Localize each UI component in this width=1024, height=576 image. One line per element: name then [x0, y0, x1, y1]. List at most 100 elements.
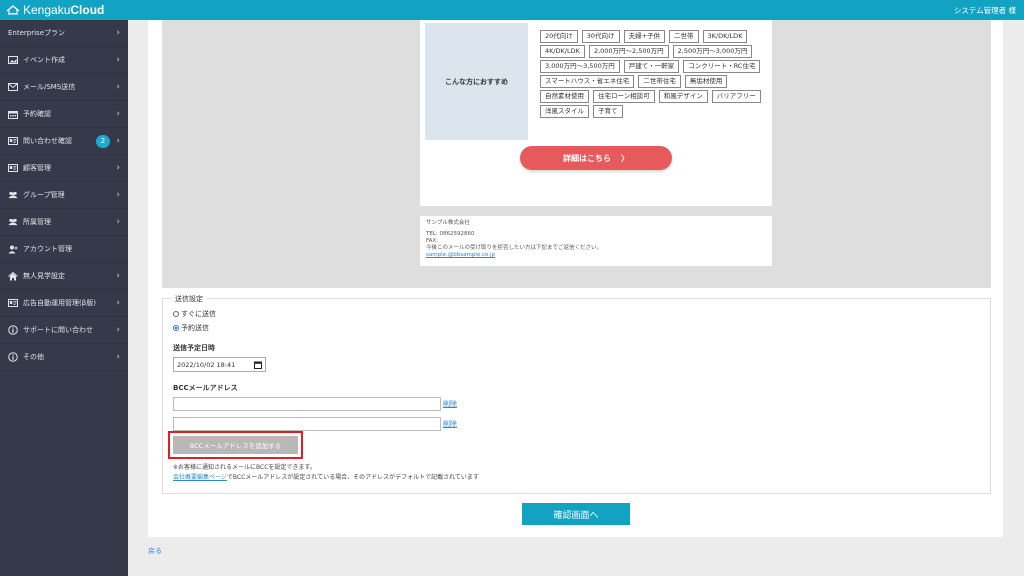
sidebar-item-label: 広告自動運用管理(β版) — [23, 299, 96, 307]
image-icon — [8, 56, 18, 65]
bcc-default-note: 会社概要編集ページでBCCメールアドレスが設定されている場合、そのアドレスがデフ… — [173, 472, 479, 481]
logo-icon — [6, 5, 20, 15]
sidebar-item-unmanned-tour[interactable]: 無人見学設定 › — [0, 263, 128, 290]
mail-icon — [8, 83, 18, 92]
sidebar-item-affiliations[interactable]: 所属管理 › — [0, 209, 128, 236]
radio-circle — [173, 311, 179, 317]
feature-tag: 30代向け — [581, 30, 620, 43]
feature-tag: 無垢材使用 — [684, 75, 728, 88]
schedule-datetime-value: 2022/10/02 18:41 — [177, 360, 236, 369]
notification-badge: 2 — [96, 135, 110, 148]
company-name: サンプル株式会社 — [426, 220, 470, 226]
chevron-right-icon: › — [116, 271, 120, 281]
feature-tag: 4K/DK/LDK — [540, 45, 585, 58]
sidebar-item-inquiries[interactable]: 問い合わせ確認 2 › — [0, 128, 128, 155]
email-body: こんな方におすすめ 20代向け 30代向け 夫婦+子供 二世帯 3K/DK/LDK 4K/… — [420, 20, 772, 206]
logo[interactable]: KengakuCloud — [6, 3, 104, 17]
feature-tag: スマートハウス・省エネ住宅 — [540, 75, 635, 88]
logo-text-light: Kengaku — [23, 3, 71, 17]
sidebar-item-groups[interactable]: グループ管理 › — [0, 182, 128, 209]
logo-text: KengakuCloud — [23, 3, 104, 17]
feature-tag: 3K/DK/LDK — [702, 30, 748, 43]
feature-tag: 戸建て・一軒家 — [623, 60, 680, 73]
sidebar-item-accounts[interactable]: アカウント管理 — [0, 236, 128, 263]
feature-tag: 3,000万円〜3,500万円 — [540, 60, 620, 73]
delete-bcc-link-2[interactable]: 削除 — [443, 419, 457, 429]
chevron-right-icon: › — [116, 82, 120, 92]
chevron-right-icon: › — [116, 190, 120, 200]
home-icon — [8, 271, 18, 281]
feature-tag: 2,500万円〜3,000万円 — [672, 45, 753, 58]
id-card-icon — [8, 164, 18, 173]
radio-send-now[interactable]: すぐに送信 — [173, 309, 216, 319]
sidebar-item-mail-sms[interactable]: メール/SMS送信 › — [0, 74, 128, 101]
chevron-right-icon: › — [116, 217, 120, 227]
back-link[interactable]: 戻る — [148, 546, 162, 556]
detail-button-label: 詳細はこちら — [563, 153, 611, 163]
contact-email-link[interactable]: sample.@bbsample.co.jp — [426, 252, 495, 258]
recommend-label: こんな方におすすめ — [425, 23, 528, 140]
chevron-right-icon: › — [116, 136, 120, 146]
radio-scheduled-send[interactable]: 予約送信 — [173, 323, 209, 333]
feature-tag: コンクリート・RC住宅 — [683, 60, 761, 73]
sidebar-item-label: 無人見学設定 — [23, 272, 65, 280]
chevron-right-icon: › — [116, 325, 120, 335]
unsubscribe-text: 今後このメールの受け取りを拒否したい方は下記までご返信ください。 — [426, 245, 603, 251]
radio-circle-checked — [173, 325, 179, 331]
users-icon — [8, 218, 18, 227]
feature-tag: 洋風スタイル — [540, 105, 589, 118]
feature-tag: 住宅ローン相談可 — [593, 90, 655, 103]
bcc-label: BCCメールアドレス — [173, 384, 238, 392]
sidebar-item-label: メール/SMS送信 — [23, 83, 76, 91]
info-icon — [8, 352, 18, 362]
chevron-right-icon: › — [116, 28, 120, 38]
detail-button[interactable]: 詳細はこちら 〉 — [520, 146, 672, 170]
sidebar-item-event-create[interactable]: イベント作成 › — [0, 47, 128, 74]
sidebar-item-ad-automation[interactable]: 広告自動運用管理(β版) › — [0, 290, 128, 317]
schedule-label: 送信予定日時 — [173, 344, 215, 352]
confirm-button[interactable]: 確認画面へ — [522, 503, 630, 525]
users-icon — [8, 191, 18, 200]
top-bar: KengakuCloud システム管理者 様 — [0, 0, 1024, 20]
sidebar-item-label: 予約確認 — [23, 110, 51, 118]
feature-tag: 2,000万円〜2,500万円 — [588, 45, 669, 58]
sidebar-item-label: グループ管理 — [23, 191, 65, 199]
bcc-email-input-1[interactable] — [173, 397, 441, 411]
sidebar-item-label: 問い合わせ確認 — [23, 137, 72, 145]
content-card: こんな方におすすめ 20代向け 30代向け 夫婦+子供 二世帯 3K/DK/LDK 4K/… — [148, 20, 1003, 537]
calendar-icon — [8, 110, 18, 119]
chevron-right-icon: 〉 — [621, 153, 629, 163]
user-name[interactable]: システム管理者 様 — [954, 5, 1016, 16]
radio-label: 予約送信 — [181, 324, 209, 332]
feature-tag: 子育て — [593, 105, 623, 118]
feature-tag: 二世帯 — [669, 30, 699, 43]
sidebar-item-label: 顧客管理 — [23, 164, 51, 172]
tag-list: 20代向け 30代向け 夫婦+子供 二世帯 3K/DK/LDK 4K/DK/LDK 2,00… — [540, 30, 765, 118]
sidebar-item-enterprise[interactable]: Enterpriseプラン › — [0, 20, 128, 47]
bcc-default-note-text: でBCCメールアドレスが設定されている場合、そのアドレスがデフォルトで記載されて… — [226, 474, 479, 481]
delete-bcc-link-1[interactable]: 削除 — [443, 399, 457, 409]
sidebar-item-label: その他 — [23, 353, 44, 361]
feature-tag: バリアフリー — [711, 90, 761, 103]
chevron-right-icon: › — [116, 55, 120, 65]
sidebar-item-reservations[interactable]: 予約確認 › — [0, 101, 128, 128]
sidebar-item-label: イベント作成 — [23, 56, 65, 64]
schedule-datetime-input[interactable]: 2022/10/02 18:41 — [173, 357, 266, 372]
feature-tag: 二世帯住宅 — [638, 75, 681, 88]
sidebar-item-label: サポートに問い合わせ — [23, 326, 93, 334]
add-bcc-button[interactable]: BCCメールアドレスを追加する — [173, 436, 298, 454]
feature-tag: 夫婦+子供 — [623, 30, 666, 43]
chevron-right-icon: › — [116, 352, 120, 362]
sidebar-item-support[interactable]: サポートに問い合わせ › — [0, 317, 128, 344]
main-content: こんな方におすすめ 20代向け 30代向け 夫婦+子供 二世帯 3K/DK/LDK 4K/… — [128, 20, 1024, 576]
company-profile-link[interactable]: 会社概要編集ページ — [173, 474, 227, 481]
sidebar-item-other[interactable]: その他 › — [0, 344, 128, 371]
company-fax: FAX: — [426, 238, 439, 244]
feature-tag: 自然素材使用 — [540, 90, 589, 103]
send-settings-legend: 送信設定 — [171, 294, 207, 304]
bcc-email-input-2[interactable] — [173, 417, 441, 431]
feature-tag: 20代向け — [540, 30, 578, 43]
sidebar-item-label: Enterpriseプラン — [8, 29, 66, 37]
user-plus-icon — [8, 245, 18, 254]
sidebar-item-customers[interactable]: 顧客管理 › — [0, 155, 128, 182]
